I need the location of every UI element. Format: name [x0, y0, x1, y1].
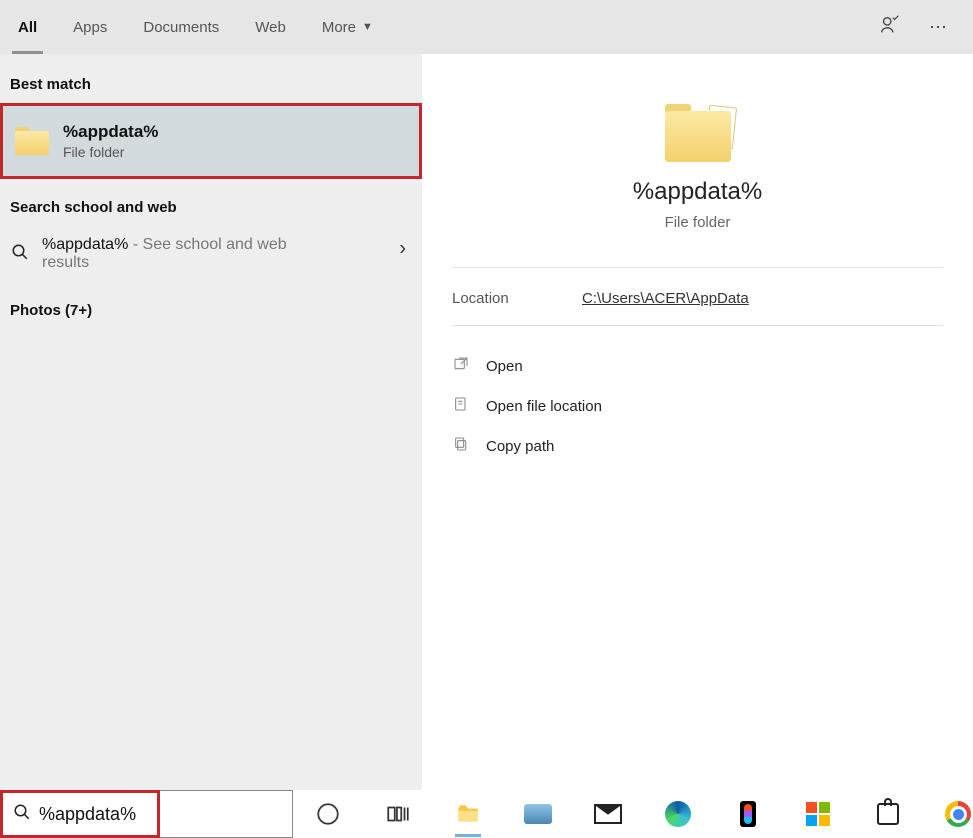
results-pane: Best match %appdata% File folder Search … [0, 54, 422, 790]
mail-icon[interactable] [593, 799, 623, 829]
chevron-down-icon: ▼ [362, 21, 373, 33]
folder-icon-large [665, 104, 731, 162]
figma-icon[interactable] [733, 799, 763, 829]
feedback-icon[interactable] [879, 14, 901, 41]
preview-title: %appdata% [633, 178, 762, 206]
shopping-bag-icon[interactable] [873, 799, 903, 829]
folder-location-icon [452, 396, 470, 417]
web-search-hint2: results [42, 254, 287, 272]
divider [452, 325, 943, 326]
search-web-header: Search school and web [0, 191, 422, 226]
preview-subtitle: File folder [665, 214, 731, 231]
search-filter-tabs: All Apps Documents Web More ▼ ⋯ [0, 0, 973, 54]
web-search-text: %appdata% - See school and web results [42, 236, 287, 272]
tabs-right-group: ⋯ [879, 14, 965, 41]
action-copy-path-label: Copy path [486, 438, 554, 455]
cortana-icon[interactable] [313, 799, 343, 829]
best-match-header: Best match [0, 68, 422, 103]
task-view-icon[interactable] [383, 799, 413, 829]
search-icon [10, 243, 30, 266]
copy-icon [452, 436, 470, 457]
action-open-label: Open [486, 358, 523, 375]
best-match-text: %appdata% File folder [63, 122, 158, 160]
tab-all[interactable]: All [0, 0, 55, 54]
tabs-left-group: All Apps Documents Web More ▼ [0, 0, 391, 54]
open-icon [452, 356, 470, 377]
chevron-right-icon[interactable]: › [399, 238, 406, 261]
preview-pane: %appdata% File folder Location C:\Users\… [422, 54, 973, 790]
folder-icon [15, 127, 49, 155]
best-match-subtitle: File folder [63, 144, 158, 160]
search-icon [13, 803, 31, 826]
best-match-result[interactable]: %appdata% File folder [0, 103, 422, 179]
web-search-result[interactable]: %appdata% - See school and web results › [0, 226, 422, 272]
location-label: Location [452, 290, 582, 307]
tab-more-label: More [322, 19, 356, 36]
web-search-query: %appdata% [42, 236, 128, 253]
best-match-title: %appdata% [63, 122, 158, 142]
tab-apps[interactable]: Apps [55, 0, 125, 54]
divider [452, 267, 943, 268]
microsoft-store-icon[interactable] [803, 799, 833, 829]
action-open[interactable]: Open [452, 346, 943, 386]
preview-actions: Open Open file location Copy path [452, 346, 943, 466]
more-options-icon[interactable]: ⋯ [929, 17, 947, 38]
action-copy-path[interactable]: Copy path [452, 426, 943, 466]
tab-documents[interactable]: Documents [125, 0, 237, 54]
location-link[interactable]: C:\Users\ACER\AppData [582, 290, 749, 307]
action-open-file-location[interactable]: Open file location [452, 386, 943, 426]
preview-hero: %appdata% File folder [452, 74, 943, 255]
action-open-file-location-label: Open file location [486, 398, 602, 415]
tab-more[interactable]: More ▼ [304, 0, 391, 54]
chrome-icon[interactable] [943, 799, 973, 829]
web-search-hint1: See school and web [143, 236, 287, 253]
edge-icon[interactable] [663, 799, 693, 829]
location-row: Location C:\Users\ACER\AppData [452, 284, 943, 313]
taskbar-icons [293, 790, 973, 838]
search-input-value: %appdata% [39, 804, 136, 825]
taskbar: %appdata% [0, 790, 973, 838]
taskbar-search-box[interactable]: %appdata% [0, 790, 293, 838]
photos-header[interactable]: Photos (7+) [0, 294, 422, 329]
tab-web[interactable]: Web [237, 0, 304, 54]
scanner-app-icon[interactable] [523, 799, 553, 829]
file-explorer-icon[interactable] [453, 799, 483, 829]
